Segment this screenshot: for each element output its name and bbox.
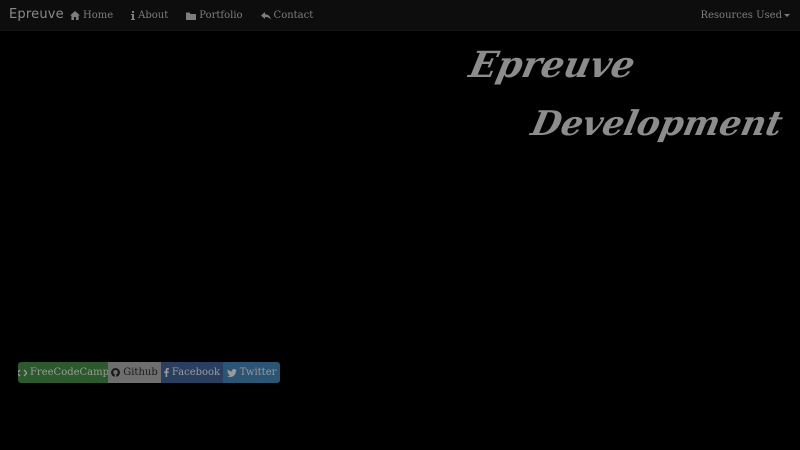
nav-item-home-label: Home (83, 10, 114, 21)
code-icon (18, 369, 27, 377)
info-icon (131, 11, 136, 20)
hero-title-line-2: Development (527, 104, 787, 144)
folder-icon (186, 12, 197, 20)
facebook-icon (164, 368, 169, 377)
nav-item-portfolio-label: Portfolio (199, 10, 243, 21)
caret-down-icon (784, 14, 790, 17)
nav-item-about-label: About (138, 10, 169, 21)
resources-dropdown-label: Resources Used (700, 10, 782, 21)
github-button[interactable]: Github (108, 362, 161, 383)
social-button-group: FreeCodeCamp Github Facebook Twitter (18, 362, 280, 383)
github-button-label: Github (123, 367, 158, 378)
freecodecamp-button-label: FreeCodeCamp (29, 367, 110, 378)
facebook-button-label: Facebook (171, 367, 221, 378)
nav-item-contact[interactable]: Contact (260, 10, 314, 21)
navbar: Epreuve Home About Portfolio Contact Res… (0, 0, 800, 31)
twitter-button-label: Twitter (239, 367, 277, 378)
resources-dropdown[interactable]: Resources Used (700, 0, 790, 31)
brand-link[interactable]: Epreuve (9, 7, 64, 22)
reply-icon (260, 11, 271, 20)
github-icon (111, 368, 121, 377)
home-icon (70, 11, 80, 20)
nav-item-home[interactable]: Home (70, 10, 113, 21)
nav-item-about[interactable]: About (131, 10, 168, 21)
freecodecamp-button[interactable]: FreeCodeCamp (18, 362, 110, 383)
twitter-icon (226, 368, 237, 377)
hero-title-line-1: Epreuve (465, 44, 639, 86)
nav-item-contact-label: Contact (273, 10, 314, 21)
facebook-button[interactable]: Facebook (161, 362, 223, 383)
twitter-button[interactable]: Twitter (223, 362, 280, 383)
page: Epreuve Home About Portfolio Contact Res… (0, 0, 800, 450)
nav-links: Home About Portfolio Contact (70, 0, 331, 31)
nav-item-portfolio[interactable]: Portfolio (186, 10, 243, 21)
